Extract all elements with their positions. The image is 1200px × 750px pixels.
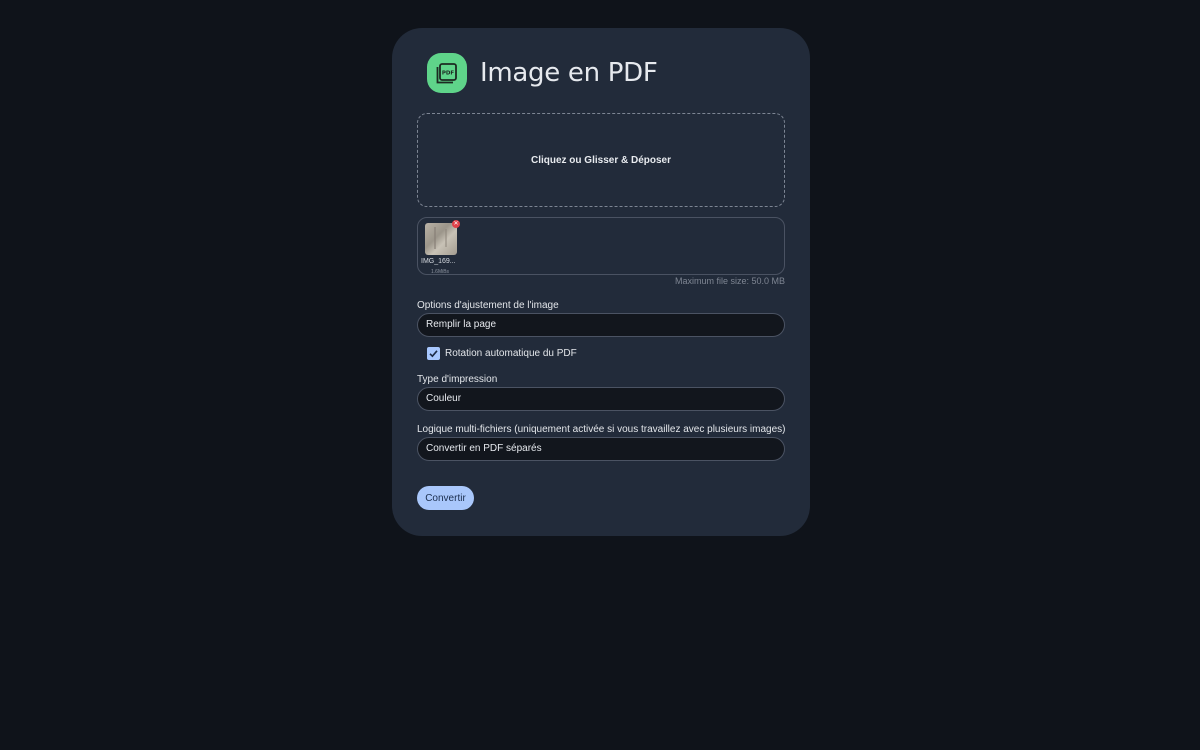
file-list: ✕ IMG_169... 1.6MiBs [417,217,785,275]
pdf-stack-icon: PDF [427,53,467,93]
print-type-label: Type d'impression [417,374,498,385]
file-name: IMG_169... [421,258,456,265]
fit-options-label: Options d'ajustement de l'image [417,300,559,311]
svg-text:PDF: PDF [442,71,455,77]
auto-rotate-label: Rotation automatique du PDF [445,347,577,359]
file-thumbnail [425,223,457,255]
print-type-select[interactable]: Couleur [417,387,785,411]
dropzone-label: Cliquez ou Glisser & Déposer [530,154,672,166]
check-icon [429,349,438,357]
close-icon[interactable]: ✕ [452,220,460,228]
page-title: Image en PDF [480,58,658,88]
fit-options-select[interactable]: Remplir la page [417,313,785,337]
multi-file-label: Logique multi-fichiers (uniquement activ… [417,424,786,435]
auto-rotate-checkbox[interactable] [427,346,440,360]
multi-file-select[interactable]: Convertir en PDF séparés [417,437,785,461]
auto-rotate-row[interactable]: Rotation automatique du PDF [427,346,577,360]
file-size: 1.6MiBs [431,269,450,275]
file-dropzone[interactable]: Cliquez ou Glisser & Déposer [417,113,785,207]
converter-card: PDF Image en PDF Cliquez ou Glisser & Dé… [392,28,810,536]
file-item[interactable]: ✕ IMG_169... 1.6MiBs [420,220,460,275]
header: PDF Image en PDF [427,53,658,93]
convert-button[interactable]: Convertir [417,486,474,510]
max-file-size-note: Maximum file size: 50.0 MB [674,276,785,286]
